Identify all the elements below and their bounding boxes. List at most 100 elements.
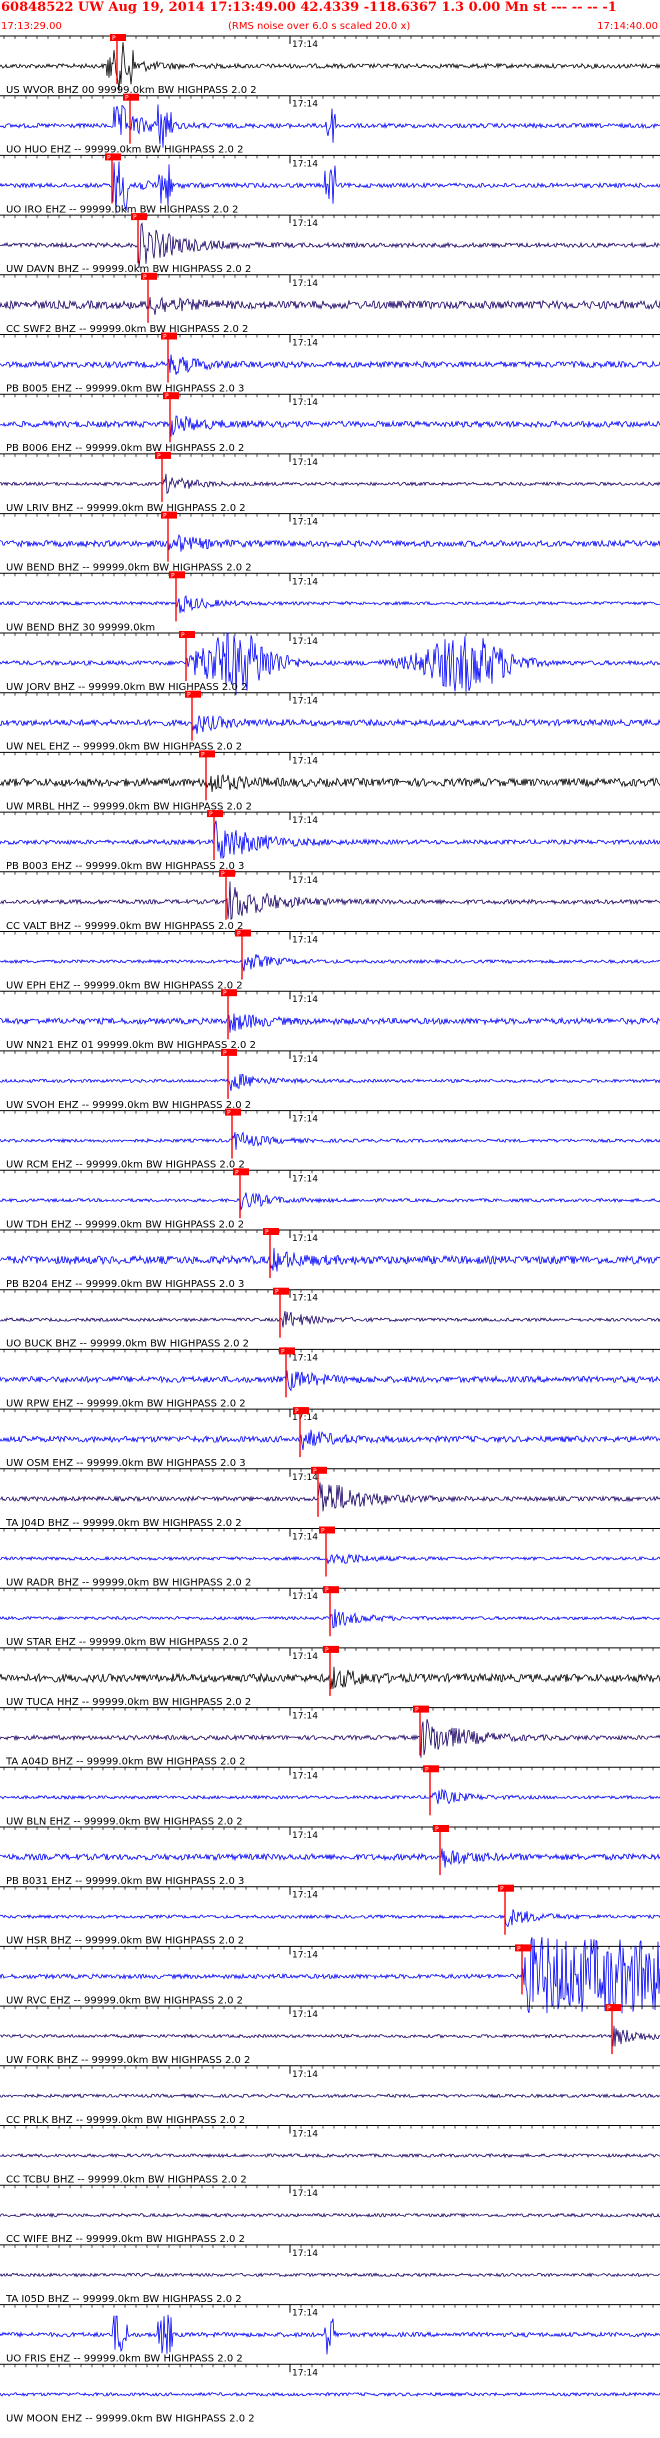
pick-flag-label: P: [325, 1587, 329, 1594]
pick-flag-label: P: [281, 1348, 285, 1355]
station-label: UO IRO EHZ -- 99999.0km BW HIGHPASS 2.0 …: [6, 204, 239, 215]
waveform-trace: [0, 473, 660, 494]
pick-flag-label: P: [235, 1169, 239, 1176]
pick-flag-label: P: [107, 154, 111, 161]
waveform-trace: [0, 881, 660, 921]
pick-flag-label: P: [221, 871, 225, 878]
station-label: UW TUCA HHZ -- 99999.0km BW HIGHPASS 2.0…: [6, 1697, 251, 1708]
minute-label: 17:14: [292, 2368, 318, 2378]
minute-label: 17:14: [292, 1592, 318, 1602]
minute-label: 17:14: [292, 2070, 318, 2080]
waveform-trace: [0, 2272, 660, 2278]
station-label: UW HSR BHZ -- 99999.0km BW HIGHPASS 2.0 …: [6, 1936, 244, 1947]
waveform-trace: [0, 1073, 660, 1091]
pick-flag-label: P: [201, 751, 205, 758]
minute-label: 17:14: [292, 219, 318, 229]
pick-flag-label: P: [415, 1707, 419, 1714]
minute-label: 17:14: [292, 936, 318, 946]
waveform-trace: [0, 595, 660, 614]
station-label: CC VALT BHZ -- 99999.0km BW HIGHPASS 2.0…: [6, 921, 243, 932]
pick-flag-label: P: [313, 1468, 317, 1475]
minute-label: 17:14: [292, 1055, 318, 1065]
station-label: UW BLN EHZ -- 99999.0km BW HIGHPASS 2.0 …: [6, 1816, 243, 1827]
station-label: PB B204 EHZ -- 99999.0km BW HIGHPASS 2.0…: [6, 1279, 244, 1290]
pick-flag-label: P: [295, 1408, 299, 1415]
pick-flag-label: P: [223, 990, 227, 997]
waveform-trace: [0, 1131, 660, 1150]
minute-label: 17:14: [292, 1174, 318, 1184]
minute-label: 17:14: [292, 577, 318, 587]
pick-flag-label: P: [112, 35, 116, 42]
waveform-trace: [0, 715, 660, 734]
waveform-trace: [0, 773, 660, 792]
waveform-trace: [0, 2314, 660, 2355]
station-label: UW STAR EHZ -- 99999.0km BW HIGHPASS 2.0…: [6, 1637, 248, 1648]
pick-flag-label: P: [163, 334, 167, 341]
waveform-trace: [0, 2025, 660, 2047]
pick-flag-label: P: [517, 1945, 521, 1952]
pick-flag-label: P: [275, 1289, 279, 1296]
pick-flag-label: P: [143, 274, 147, 281]
waveform-trace: [0, 415, 660, 437]
waveform-trace: [0, 2212, 660, 2219]
waveform-trace: [0, 1192, 660, 1211]
seismogram-plot: 17:14PUS WVOR BHZ 00 99999.0km BW HIGHPA…: [0, 34, 660, 2424]
station-label: TA I05D BHZ -- 99999.0km BW HIGHPASS 2.0…: [5, 2294, 242, 2305]
station-label: UW TDH EHZ -- 99999.0km BW HIGHPASS 2.0 …: [6, 1219, 244, 1230]
waveform-trace: [0, 1429, 660, 1451]
waveform-trace: [0, 2093, 660, 2099]
minute-label: 17:14: [292, 1234, 318, 1244]
pick-flag-label: P: [209, 811, 213, 818]
minute-label: 17:14: [292, 100, 318, 110]
station-label: UO HUO EHZ -- 99999.0km BW HIGHPASS 2.0 …: [6, 145, 243, 156]
minute-label: 17:14: [292, 816, 318, 826]
pick-flag-label: P: [181, 632, 185, 639]
minute-label: 17:14: [292, 398, 318, 408]
station-label: UW RPW EHZ -- 99999.0km BW HIGHPASS 2.0 …: [6, 1398, 246, 1409]
waveform-trace: [0, 1909, 660, 1928]
waveform-trace: [0, 104, 660, 148]
waveform-trace: [0, 2152, 660, 2159]
minute-label: 17:14: [292, 1294, 318, 1304]
station-label: PB B031 EHZ -- 99999.0km BW HIGHPASS 2.0…: [6, 1876, 244, 1887]
minute-label: 17:14: [292, 1771, 318, 1781]
minute-label: 17:14: [292, 2010, 318, 2020]
station-label: UW EPH EHZ -- 99999.0km BW HIGHPASS 2.0 …: [6, 981, 243, 992]
station-label: CC WIFE BHZ -- 99999.0km BW HIGHPASS 2.0…: [6, 2234, 245, 2245]
pick-flag-label: P: [265, 1229, 269, 1236]
minute-label: 17:14: [292, 756, 318, 766]
minute-label: 17:14: [292, 1891, 318, 1901]
pick-flag-label: P: [133, 214, 137, 221]
minute-label: 17:14: [292, 339, 318, 349]
minute-label: 17:14: [292, 518, 318, 528]
pick-flag-label: P: [325, 1647, 329, 1654]
station-label: CC TCBU BHZ -- 99999.0km BW HIGHPASS 2.0…: [6, 2175, 247, 2186]
pick-flag-label: P: [425, 1766, 429, 1773]
minute-label: 17:14: [292, 458, 318, 468]
station-label: UW JORV BHZ -- 99999.0km BW HIGHPASS 2.0…: [6, 682, 247, 693]
minute-label: 17:14: [292, 1831, 318, 1841]
station-label: UW DAVN BHZ -- 99999.0km BW HIGHPASS 2.0…: [6, 264, 251, 275]
pick-flag-label: P: [607, 2005, 611, 2012]
pick-flag-label: P: [171, 572, 175, 579]
pick-flag-label: P: [223, 1050, 227, 1057]
station-label: UW FORK BHZ -- 99999.0km BW HIGHPASS 2.0…: [6, 2055, 250, 2066]
minute-label: 17:14: [292, 1353, 318, 1363]
waveform-trace: [0, 222, 660, 268]
waveform-trace: [0, 1311, 660, 1328]
waveform-trace: [0, 1247, 660, 1272]
station-label: UW RCM EHZ -- 99999.0km BW HIGHPASS 2.0 …: [6, 1160, 245, 1171]
minute-label: 17:14: [292, 279, 318, 289]
waveform-trace: [0, 820, 660, 860]
waveform-trace: [0, 42, 660, 92]
station-label: UW RVC EHZ -- 99999.0km BW HIGHPASS 2.0 …: [6, 1995, 243, 2006]
station-label: UO BUCK BHZ -- 99999.0km BW HIGHPASS 2.0…: [6, 1339, 249, 1350]
station-label: PB B006 EHZ -- 99999.0km BW HIGHPASS 2.0…: [6, 443, 244, 454]
pick-flag-label: P: [187, 692, 191, 699]
minute-label: 17:14: [292, 2189, 318, 2199]
waveform-trace: [0, 534, 660, 552]
minute-label: 17:14: [292, 1533, 318, 1543]
pick-flag-label: P: [435, 1826, 439, 1833]
waveform-trace: [0, 1370, 660, 1392]
station-label: UW BEND BHZ -- 99999.0km BW HIGHPASS 2.0…: [6, 563, 252, 574]
